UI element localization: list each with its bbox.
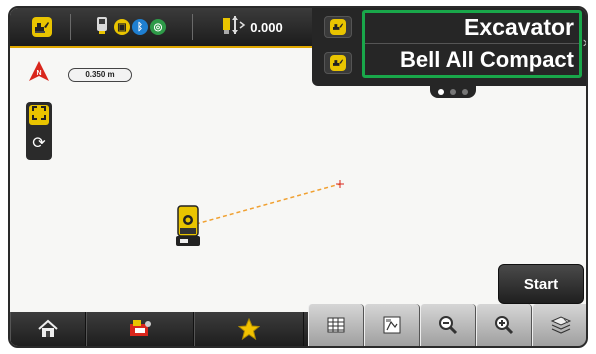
zoom-out-button[interactable] xyxy=(420,304,476,346)
home-button[interactable] xyxy=(10,312,86,346)
zoom-in-button[interactable] xyxy=(476,304,532,346)
home-icon xyxy=(37,319,59,344)
app-screen: ▣ ᛒ ◎ 0.000 Excavator Bell All Compact › xyxy=(8,6,588,348)
start-button[interactable]: Start xyxy=(498,264,584,304)
plan-view-icon xyxy=(383,316,401,339)
favorites-icon xyxy=(237,317,261,345)
favorites-button[interactable] xyxy=(194,312,304,346)
machine-settings-button[interactable] xyxy=(86,312,194,346)
layers-icon xyxy=(550,315,572,340)
track-line xyxy=(195,183,341,225)
zoom-in-icon xyxy=(494,315,514,340)
table-view-icon xyxy=(327,317,345,338)
total-station-icon[interactable] xyxy=(174,204,202,250)
machine-settings-icon xyxy=(127,318,153,345)
bottom-toolbar xyxy=(10,304,586,346)
table-view-button[interactable] xyxy=(308,304,364,346)
target-crosshair-icon xyxy=(336,180,344,188)
zoom-out-icon xyxy=(438,315,458,340)
plan-view-button[interactable] xyxy=(364,304,420,346)
layers-button[interactable] xyxy=(532,304,586,346)
